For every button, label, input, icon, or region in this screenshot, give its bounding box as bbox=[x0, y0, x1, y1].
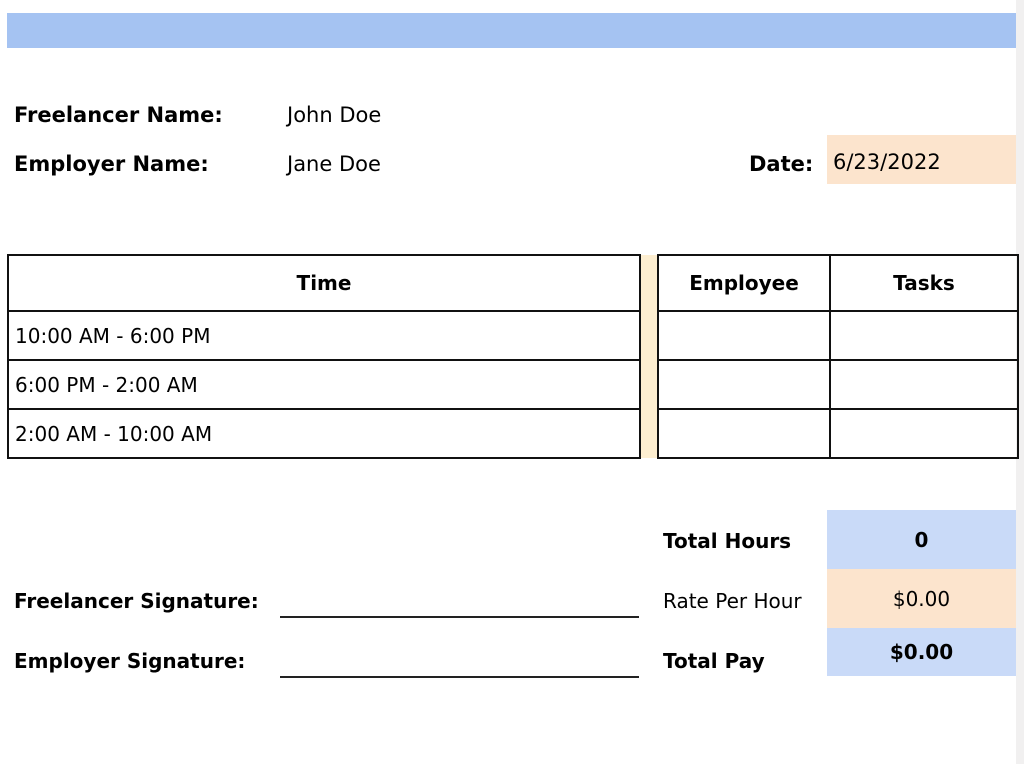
employer-signature-label: Employer Signature: bbox=[14, 649, 246, 673]
tasks-cell[interactable] bbox=[829, 408, 1019, 459]
date-value[interactable]: 6/23/2022 bbox=[833, 150, 941, 174]
rate-per-hour-label: Rate Per Hour bbox=[663, 589, 802, 613]
employee-cell[interactable] bbox=[657, 310, 831, 361]
gap-column bbox=[639, 409, 659, 458]
employee-cell[interactable] bbox=[657, 359, 831, 410]
date-label: Date: bbox=[749, 152, 814, 176]
total-hours-value: 0 bbox=[827, 510, 1016, 569]
freelancer-name-label: Freelancer Name: bbox=[14, 103, 223, 127]
time-cell[interactable]: 10:00 AM - 6:00 PM bbox=[7, 310, 641, 361]
freelancer-signature-label: Freelancer Signature: bbox=[14, 589, 259, 613]
total-hours-label: Total Hours bbox=[663, 529, 792, 553]
gap-column bbox=[639, 255, 659, 311]
gap-column bbox=[639, 360, 659, 409]
total-pay-label: Total Pay bbox=[663, 649, 765, 673]
time-cell[interactable]: 6:00 PM - 2:00 AM bbox=[7, 359, 641, 410]
time-cell[interactable]: 2:00 AM - 10:00 AM bbox=[7, 408, 641, 459]
employer-name-value[interactable]: Jane Doe bbox=[287, 152, 381, 176]
header-time: Time bbox=[7, 254, 641, 312]
table-row: 2:00 AM - 10:00 AM bbox=[7, 408, 1019, 459]
employee-cell[interactable] bbox=[657, 408, 831, 459]
freelancer-name-value[interactable]: John Doe bbox=[287, 103, 381, 127]
table-header-row: Time Employee Tasks bbox=[7, 254, 1019, 312]
table-row: 10:00 AM - 6:00 PM bbox=[7, 310, 1019, 361]
header-band bbox=[7, 13, 1016, 48]
employer-signature-line[interactable] bbox=[280, 676, 639, 678]
header-employee: Employee bbox=[657, 254, 831, 312]
schedule-table: Time Employee Tasks 10:00 AM - 6:00 PM 6… bbox=[7, 254, 1019, 459]
total-pay-value: $0.00 bbox=[827, 628, 1016, 676]
tasks-cell[interactable] bbox=[829, 359, 1019, 410]
tasks-cell[interactable] bbox=[829, 310, 1019, 361]
rate-per-hour-value[interactable]: $0.00 bbox=[827, 569, 1016, 628]
gap-column bbox=[639, 311, 659, 360]
freelancer-signature-line[interactable] bbox=[280, 616, 639, 618]
header-tasks: Tasks bbox=[829, 254, 1019, 312]
table-row: 6:00 PM - 2:00 AM bbox=[7, 359, 1019, 410]
employer-name-label: Employer Name: bbox=[14, 152, 209, 176]
